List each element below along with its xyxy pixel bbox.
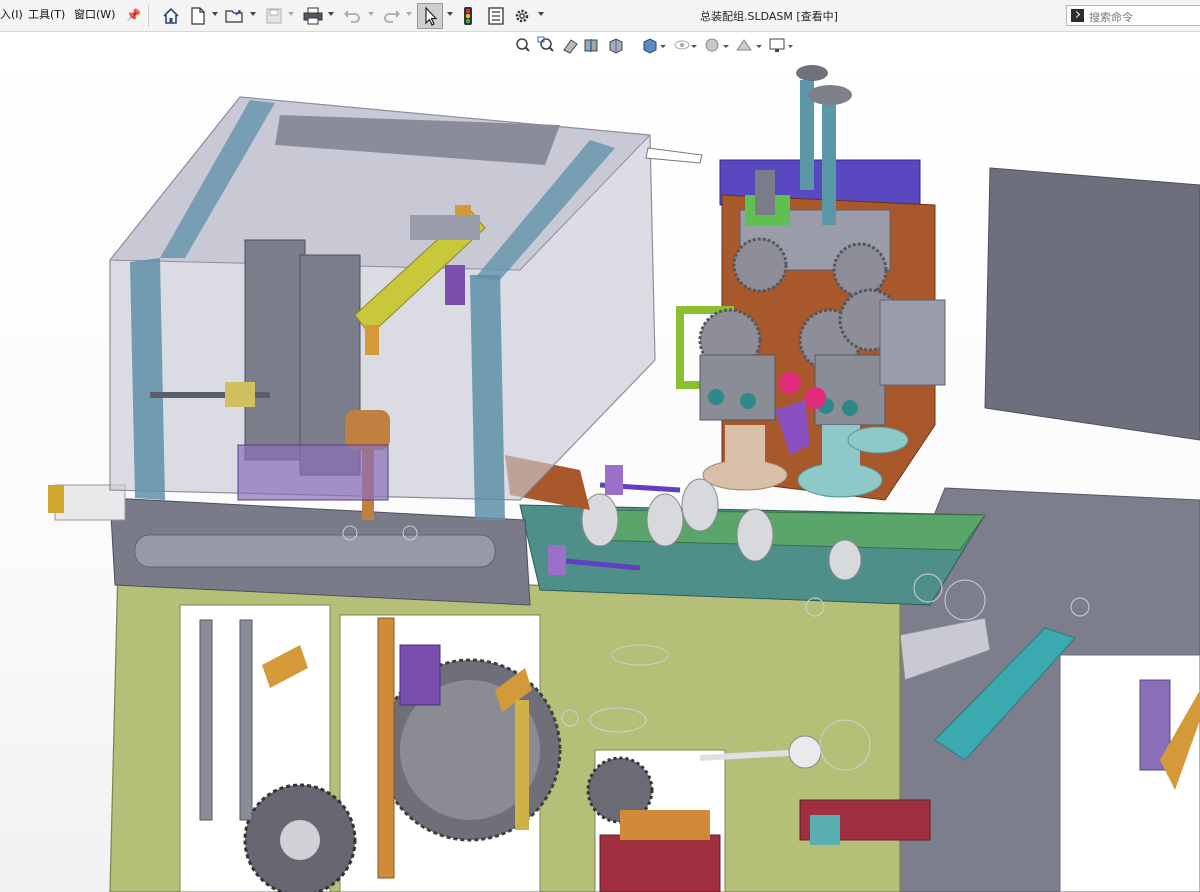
purple-bracket — [399, 644, 441, 706]
teal-knob-4 — [842, 400, 858, 416]
back-panel-right — [984, 167, 1200, 441]
view-settings-icon[interactable] — [769, 38, 785, 52]
print-icon[interactable] — [302, 4, 324, 28]
options-gear-icon[interactable] — [512, 4, 532, 28]
bronze-coupling — [345, 410, 390, 450]
section-view-icon[interactable] — [584, 39, 598, 52]
zoom-to-fit-icon[interactable] — [516, 38, 530, 52]
left-yellow-stop — [48, 485, 64, 513]
open-folder-icon[interactable] — [224, 4, 246, 28]
lever-pin-lower — [365, 325, 379, 355]
blue-post-left — [130, 258, 165, 500]
inner-plate-left — [244, 239, 306, 461]
gray-rod-right — [239, 619, 253, 821]
head-block-left — [699, 354, 776, 421]
purple-clamp-upper — [605, 465, 623, 495]
red-base-plate — [599, 834, 721, 892]
redo-icon[interactable] — [382, 4, 402, 28]
display-style-icon[interactable] — [643, 38, 657, 54]
long-cylinder — [134, 534, 496, 568]
column-cap-left — [796, 65, 828, 81]
teal-knob-2 — [740, 393, 756, 409]
save-icon[interactable] — [264, 4, 284, 28]
teal-spindle-right — [847, 426, 909, 454]
orange-base-block — [620, 810, 710, 840]
select-arrow-icon[interactable] — [417, 3, 443, 29]
undo-icon[interactable] — [342, 4, 362, 28]
tan-spindle — [725, 425, 765, 475]
edit-appearance-icon[interactable] — [705, 38, 719, 52]
home-icon[interactable] — [160, 4, 182, 28]
previous-view-icon[interactable] — [563, 39, 578, 54]
purple-pivot — [445, 265, 465, 305]
redo-dropdown-caret[interactable] — [406, 12, 412, 16]
teal-knob-1 — [708, 389, 724, 405]
menu-window[interactable]: 窗口(W) — [74, 8, 115, 22]
print-dropdown-caret[interactable] — [328, 12, 334, 16]
rod-collar — [225, 382, 255, 407]
side-mount-plate — [879, 299, 946, 386]
apply-scene-icon[interactable] — [736, 39, 752, 51]
column-cap-right — [808, 85, 852, 105]
zoom-to-area-icon[interactable] — [537, 36, 554, 52]
search-placeholder: 搜索命令 — [1089, 11, 1133, 24]
tower-post — [755, 170, 775, 215]
search-command-icon — [1071, 9, 1084, 22]
magenta-ball-2 — [804, 387, 826, 409]
toolbar-separator — [148, 5, 149, 27]
file-properties-icon[interactable] — [486, 4, 506, 28]
undo-dropdown-caret[interactable] — [368, 12, 374, 16]
vertical-column-right — [822, 95, 836, 225]
purple-clamp-lower — [548, 545, 566, 575]
menu-toolbar: 入(I) 工具(T) 窗口(W) 📌 总装配组.SLDASM [查看中] 搜索命… — [0, 0, 1200, 32]
command-search-box[interactable]: 搜索命令 — [1066, 5, 1200, 26]
new-document-icon[interactable] — [188, 4, 208, 28]
lower-left-gear-hole — [280, 820, 320, 860]
blue-post-right — [470, 275, 505, 520]
menu-tools[interactable]: 工具(T) — [28, 8, 65, 22]
solidworks-window: 入(I) 工具(T) 窗口(W) 📌 总装配组.SLDASM [查看中] 搜索命… — [0, 0, 1200, 892]
guard-handle — [645, 147, 703, 164]
new-dropdown-caret[interactable] — [212, 12, 218, 16]
traffic-light-icon[interactable] — [460, 4, 476, 28]
orange-shaft — [377, 617, 395, 879]
yellow-rod — [515, 700, 529, 830]
save-dropdown-caret[interactable] — [288, 12, 294, 16]
pin-icon[interactable]: 📌 — [126, 8, 141, 22]
gray-rod-left — [199, 619, 213, 821]
teal-block-low — [810, 815, 840, 845]
document-title: 总装配组.SLDASM [查看中] — [700, 10, 838, 23]
assembly-model — [48, 65, 1200, 892]
purple-carriage — [237, 444, 389, 501]
select-dropdown-caret[interactable] — [447, 12, 453, 16]
options-dropdown-caret[interactable] — [538, 12, 544, 16]
view-orientation-icon[interactable] — [609, 38, 623, 54]
open-dropdown-caret[interactable] — [250, 12, 256, 16]
magenta-ball-1 — [779, 372, 801, 394]
hide-show-items-icon[interactable] — [674, 40, 690, 50]
crank-hub — [788, 735, 822, 769]
graphics-viewport[interactable] — [0, 32, 1200, 892]
upper-guide-block — [410, 215, 480, 240]
heads-up-view-toolbar — [513, 36, 793, 56]
menu-insert[interactable]: 入(I) — [0, 8, 23, 22]
